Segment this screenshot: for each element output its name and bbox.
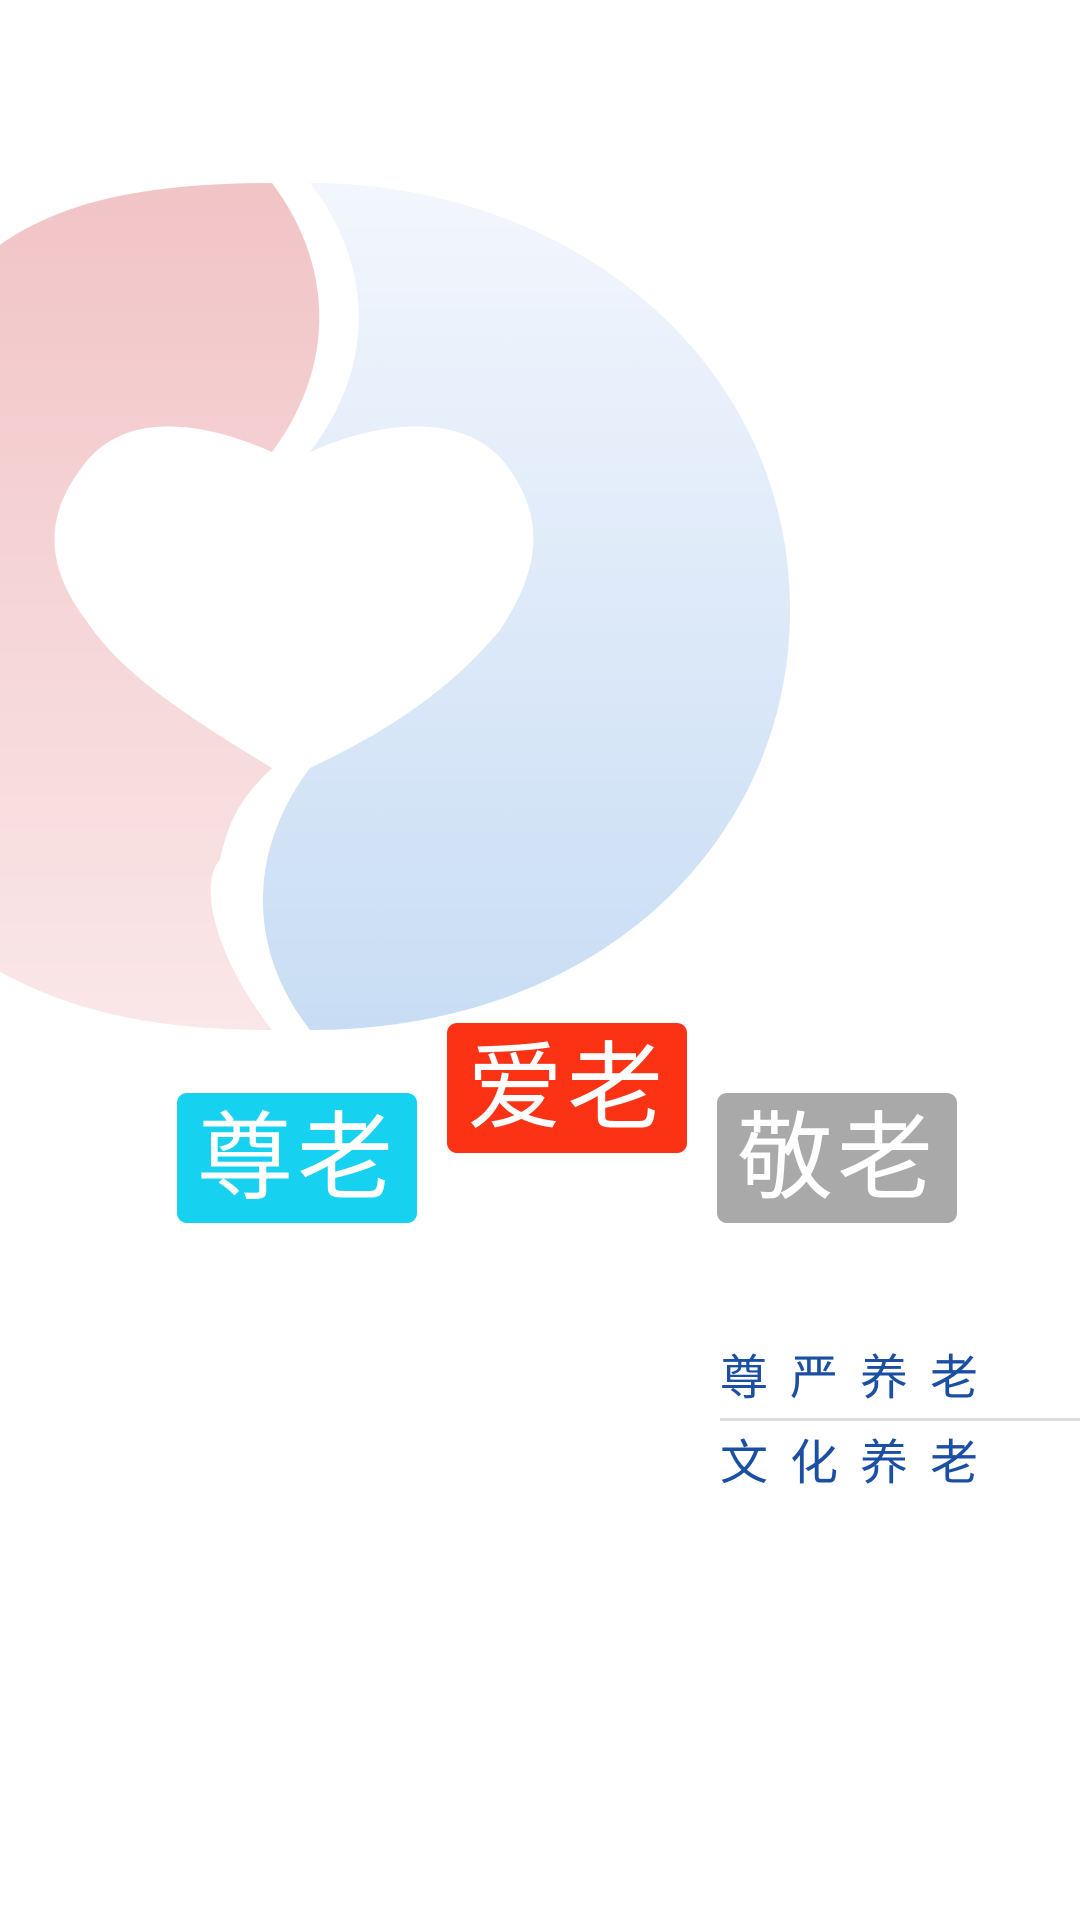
logo-right-half — [262, 183, 790, 1030]
badge-zunlao: 尊老 — [177, 1093, 417, 1223]
badge-ailao-label: 爱老 — [467, 1032, 667, 1144]
slogan-divider — [720, 1418, 1080, 1421]
badge-jinglao: 敬老 — [717, 1093, 957, 1223]
badge-zunlao-label: 尊老 — [197, 1102, 397, 1214]
badge-ailao: 爱老 — [447, 1023, 687, 1153]
slogan-line-1: 尊严养老 — [720, 1350, 1001, 1406]
badge-jinglao-label: 敬老 — [737, 1102, 937, 1214]
splash-screen: 尊老 爱老 敬老 尊严养老 文化养老 — [0, 0, 1080, 1920]
slogan-line-2: 文化养老 — [720, 1435, 1001, 1491]
heart-circle-logo-icon — [0, 183, 790, 1030]
slogan-block: 尊严养老 文化养老 — [720, 1348, 1080, 1493]
